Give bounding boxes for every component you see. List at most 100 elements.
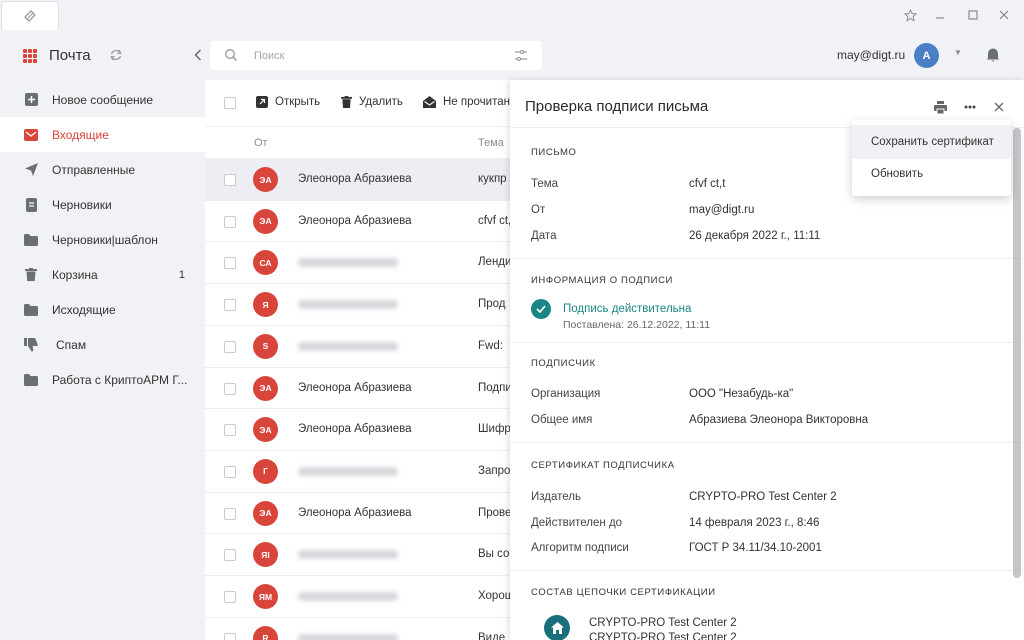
apps-grid-icon[interactable] [23,49,37,63]
close-window-button[interactable] [995,6,1013,24]
open-button[interactable]: Открыть [256,96,320,108]
trash-icon [341,96,352,108]
row-checkbox[interactable] [224,507,236,520]
sidebar-item-drafts[interactable]: Черновики [0,187,205,222]
row-checkbox[interactable] [224,174,236,186]
sidebar-item-outbox[interactable]: Исходящие [0,292,205,327]
app-logo-icon [24,10,36,22]
sidebar-item-label: Работа с КриптоАРМ Г... [52,372,188,387]
row-checkbox[interactable] [224,215,236,228]
refresh-menu-item[interactable]: Обновить [852,157,1011,191]
bell-icon[interactable] [985,46,1001,63]
sender-avatar: ЭА [253,375,278,401]
from-label: От [531,204,546,216]
sidebar-item-trash[interactable]: Корзина 1 [0,257,205,292]
sidebar-item-label: Отправленные [52,162,136,177]
sender-name: Элеонора Абразиева [298,381,412,394]
letter-section-title: ПИСЬМО [531,147,577,158]
algorithm-label: Алгоритм подписи [531,542,629,554]
maximize-icon [968,10,978,20]
valid-until-value: 14 февраля 2023 г., 8:46 [689,517,820,529]
user-email[interactable]: may@digt.ru [837,48,905,62]
refresh-icon[interactable] [108,48,124,64]
sidebar-item-new-message[interactable]: Новое сообщение [0,82,205,117]
column-subject[interactable]: Тема [478,137,504,149]
table-row[interactable]: СА Ленди [205,241,510,283]
sender-name [298,466,398,476]
search-box [210,41,542,70]
sidebar-item-label: Новое сообщение [52,92,154,107]
sidebar-item-drafts-template[interactable]: Черновики|шаблон [0,222,205,257]
app-tab[interactable] [1,1,59,30]
home-icon [544,615,570,640]
sender-avatar: ЭА [253,417,278,443]
chevron-down-icon[interactable]: ▼ [954,48,962,57]
collapse-sidebar-icon[interactable] [190,47,206,65]
panel-scrollbar[interactable] [1013,128,1021,578]
filter-icon[interactable] [514,49,528,62]
sender-name: Элеонора Абразиева [298,214,412,227]
table-row[interactable]: R Виде [205,616,510,640]
search-icon [225,49,237,61]
table-row[interactable]: ЭА Элеонора Абразиева Прове [205,491,510,534]
table-row[interactable]: ЯI Вы со [205,533,510,575]
chain-item[interactable]: CRYPTO-PRO Test Center 2 [589,617,737,629]
mark-unread-button[interactable]: Не прочитано [423,96,510,108]
table-row[interactable]: ЭА Элеонора Абразиева кукпр [205,158,510,200]
maximize-button[interactable] [964,6,982,24]
divider [510,442,1024,443]
print-icon[interactable] [933,100,947,114]
issuer-value: CRYPTO-PRO Test Center 2 [689,491,837,503]
row-checkbox[interactable] [224,424,236,437]
close-panel-icon[interactable] [992,100,1006,114]
sender-avatar: ЯМ [253,584,278,609]
sender-avatar: ЭА [253,167,278,192]
sidebar-item-spam[interactable]: Спам [0,327,205,362]
certificate-section-title: СЕРТИФИКАТ ПОДПИСЧИКА [531,460,675,471]
sidebar: Новое сообщение Входящие Отправленные Че… [0,80,205,640]
sender-name: Элеонора Абразиева [298,423,412,436]
row-checkbox[interactable] [224,465,236,478]
message-subject: Ленди [478,256,510,269]
user-avatar[interactable]: A [914,43,939,68]
select-all-checkbox[interactable] [224,97,236,109]
sidebar-item-sent[interactable]: Отправленные [0,152,205,187]
common-name-label: Общее имя [531,414,593,426]
row-checkbox[interactable] [224,591,236,603]
message-subject: Виде [478,631,506,640]
table-row[interactable]: ЭА Элеонора Абразиева Подпи [205,366,510,409]
row-checkbox[interactable] [224,632,236,640]
chain-item[interactable]: CRYPTO-PRO Test Center 2 [589,632,737,640]
signature-section-title: ИНФОРМАЦИЯ О ПОДПИСИ [531,275,673,286]
sidebar-item-cryptoarm-folder[interactable]: Работа с КриптоАРМ Г... [0,362,205,397]
table-row[interactable]: ЭА Элеонора Абразиева cfvf ct,t [205,199,510,242]
minimize-button[interactable] [931,6,949,24]
algorithm-value: ГОСТ Р 34.11/34.10-2001 [689,542,822,554]
table-row[interactable]: S Fwd: [205,324,510,367]
sender-avatar: ЯI [253,542,278,568]
save-certificate-menu-item[interactable]: Сохранить сертификат [852,125,1011,159]
subject-value: cfvf ct,t [689,178,726,190]
issuer-label: Издатель [531,491,581,503]
send-icon [24,163,38,177]
date-value: 26 декабря 2022 г., 11:11 [689,230,821,242]
sidebar-item-inbox[interactable]: Входящие [0,117,205,152]
message-subject: Вы со [478,548,510,561]
search-input[interactable] [254,46,494,65]
sender-name [298,592,398,601]
row-checkbox[interactable] [224,340,236,353]
check-circle-icon [531,299,551,319]
column-from[interactable]: От [254,137,268,149]
row-checkbox[interactable] [224,549,236,562]
favorite-star-icon[interactable] [901,6,919,24]
table-row[interactable]: Г Запро [205,449,510,492]
folder-icon [24,373,38,387]
table-row[interactable]: Я Прод [205,283,510,325]
row-checkbox[interactable] [224,382,236,395]
table-row[interactable]: ЭА Элеонора Абразиева Шифр [205,408,510,450]
table-row[interactable]: ЯМ Хорош [205,575,510,617]
row-checkbox[interactable] [224,257,236,270]
delete-button[interactable]: Удалить [341,96,403,108]
more-options-icon[interactable] [963,100,977,114]
row-checkbox[interactable] [224,299,236,312]
